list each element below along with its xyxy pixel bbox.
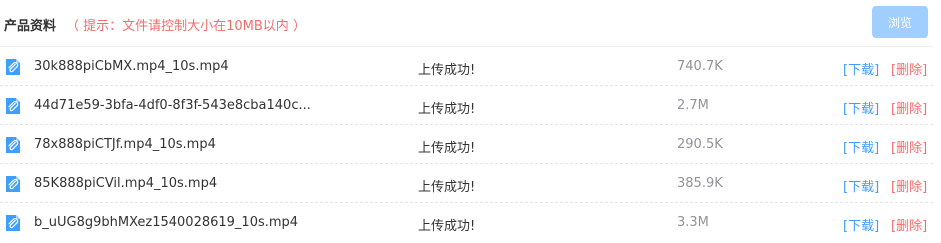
file-size: 3.3M	[677, 215, 709, 230]
file-row: 85K888piCVil.mp4_10s.mp4 上传成功! 385.9K [下…	[0, 163, 933, 202]
download-link[interactable]: [下载]	[843, 98, 879, 117]
file-size: 290.5K	[677, 137, 723, 152]
attachment-icon	[6, 176, 20, 192]
file-size: 740.7K	[677, 59, 723, 74]
file-name: b_uUG8g9bhMXez1540028619_10s.mp4	[34, 215, 299, 230]
download-link[interactable]: [下载]	[843, 137, 879, 156]
file-name: 78x888piCTJf.mp4_10s.mp4	[34, 137, 216, 152]
delete-link[interactable]: [删除]	[891, 176, 927, 195]
file-row: b_uUG8g9bhMXez1540028619_10s.mp4 上传成功! 3…	[0, 202, 933, 241]
delete-link[interactable]: [删除]	[891, 137, 927, 156]
download-link[interactable]: [下载]	[843, 215, 879, 234]
file-list: 30k888piCbMX.mp4_10s.mp4 上传成功! 740.7K [下…	[0, 46, 933, 241]
size-hint: （ 提示：文件请控制大小在10MB以内 ）	[66, 19, 306, 34]
file-row: 44d71e59-3bfa-4df0-8f3f-543e8cba140c... …	[0, 85, 933, 124]
attachment-icon	[6, 98, 20, 114]
file-row: 78x888piCTJf.mp4_10s.mp4 上传成功! 290.5K [下…	[0, 124, 933, 163]
file-row: 30k888piCbMX.mp4_10s.mp4 上传成功! 740.7K [下…	[0, 46, 933, 85]
upload-status: 上传成功!	[418, 141, 476, 156]
upload-status: 上传成功!	[418, 180, 476, 195]
download-link[interactable]: [下载]	[843, 59, 879, 78]
delete-link[interactable]: [删除]	[891, 215, 927, 234]
download-link[interactable]: [下载]	[843, 176, 879, 195]
file-name: 30k888piCbMX.mp4_10s.mp4	[34, 59, 229, 74]
file-name: 85K888piCVil.mp4_10s.mp4	[34, 176, 218, 191]
delete-link[interactable]: [删除]	[891, 98, 927, 117]
upload-status: 上传成功!	[418, 219, 476, 234]
upload-status: 上传成功!	[418, 63, 476, 78]
attachment-icon	[6, 215, 20, 231]
browse-button[interactable]: 浏览	[872, 6, 928, 38]
upload-status: 上传成功!	[418, 102, 476, 117]
file-size: 2.7M	[677, 98, 709, 113]
section-title: 产品资料	[4, 19, 57, 34]
file-size: 385.9K	[677, 176, 723, 191]
delete-link[interactable]: [删除]	[891, 59, 927, 78]
attachment-icon	[6, 59, 20, 75]
upload-header: 产品资料 （ 提示：文件请控制大小在10MB以内 ） 浏览	[0, 0, 941, 46]
file-name: 44d71e59-3bfa-4df0-8f3f-543e8cba140c...	[34, 98, 311, 113]
attachment-icon	[6, 137, 20, 153]
